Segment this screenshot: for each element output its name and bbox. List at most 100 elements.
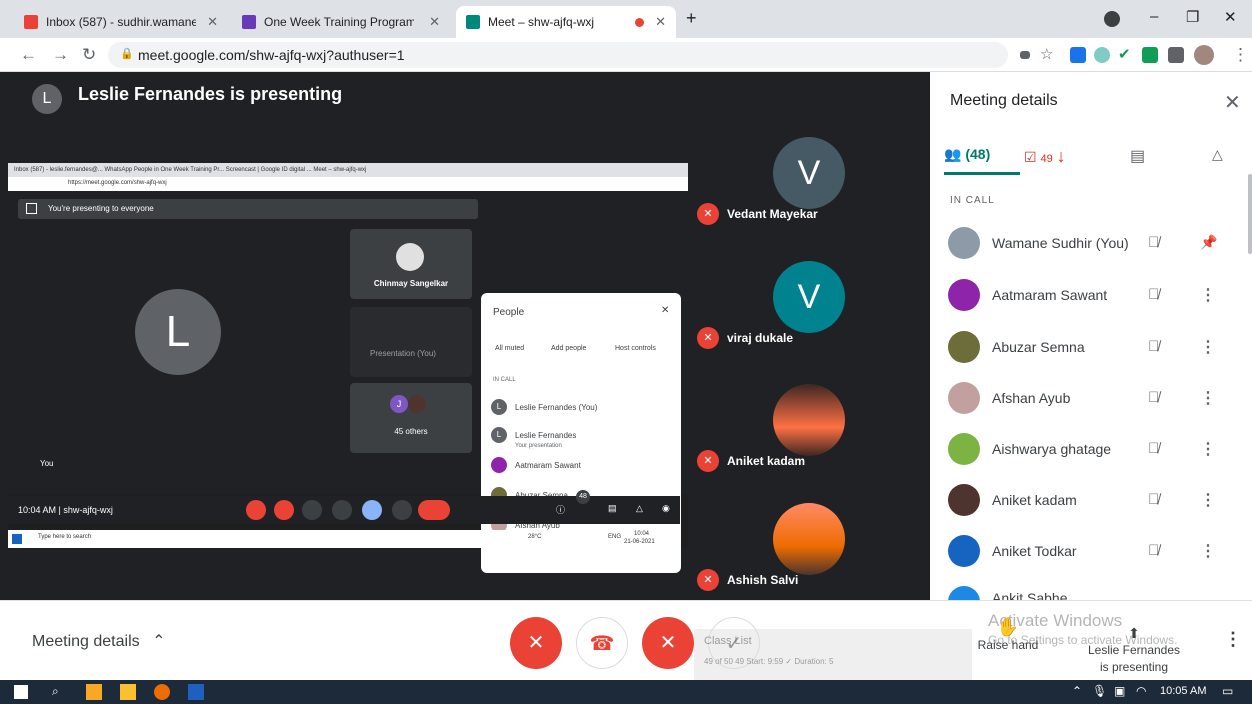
- raise-hand-label: Raise hand: [977, 638, 1039, 652]
- class-list-overlay: Class List 49 of 50 49 Start: 9:59 ✓ Dur…: [694, 629, 972, 681]
- windows-icon[interactable]: [14, 685, 28, 699]
- mic-off-icon: 🎙̸: [1148, 491, 1160, 508]
- vlc-icon[interactable]: [120, 684, 136, 700]
- maximize-button[interactable]: ❐: [1186, 8, 1199, 26]
- list-item[interactable]: Aatmaram Sawant 🎙̸ ⋮: [930, 269, 1252, 320]
- tab-meet[interactable]: Meet – shw-ajfq-wxj ✕: [456, 6, 676, 38]
- more-vert-icon[interactable]: ⋮: [1200, 337, 1216, 357]
- star-icon[interactable]: ☆: [1040, 45, 1053, 63]
- avatar: [396, 243, 424, 271]
- participant-tile[interactable]: V ✕ Vedant Mayekar: [689, 115, 930, 235]
- more-vert-icon[interactable]: ⋮: [1232, 45, 1249, 65]
- all-muted-label: All muted: [495, 345, 525, 352]
- mic-off-button[interactable]: ✕: [510, 617, 562, 669]
- minimize-button[interactable]: –: [1150, 8, 1158, 25]
- reload-icon[interactable]: ↻: [82, 45, 96, 65]
- avatar: L: [32, 84, 62, 114]
- avatar: [948, 483, 980, 516]
- wifi-icon[interactable]: ◠: [1136, 684, 1146, 698]
- tab-people[interactable]: 👥 (48): [944, 146, 990, 163]
- shared-taskbar: Type here to search 28°C ENG 10:04 21-06…: [8, 530, 680, 548]
- mic-off-icon: 🎙̸: [1148, 286, 1160, 303]
- presenting-indicator[interactable]: ⬆ Leslie Fernandes is presenting: [1084, 625, 1184, 676]
- meeting-details-toggle[interactable]: Meeting details ⌃: [32, 631, 165, 651]
- address-bar: ← → ↻ 🔒 meet.google.com/shw-ajfq-wxj?aut…: [0, 38, 1252, 72]
- taskbar-time[interactable]: 10:05 AM: [1160, 685, 1206, 697]
- shield-icon: ◉: [662, 503, 670, 513]
- list-item[interactable]: Afshan Ayub 🎙̸ ⋮: [930, 372, 1252, 423]
- chat-icon[interactable]: ▤: [1130, 146, 1145, 166]
- tab-gmail[interactable]: Inbox (587) - sudhir.wamane@fa ✕: [14, 6, 228, 38]
- network-icon[interactable]: ▣: [1114, 684, 1125, 698]
- url-input[interactable]: 🔒 meet.google.com/shw-ajfq-wxj?authuser=…: [108, 42, 1008, 68]
- activities-icon[interactable]: △: [1212, 146, 1223, 163]
- puzzle-icon[interactable]: [1168, 47, 1184, 63]
- raise-hand-button[interactable]: ✋ Raise hand: [968, 617, 1048, 652]
- end-call-button[interactable]: ☎: [576, 617, 628, 669]
- tile-presentation-label: Presentation (You): [370, 349, 436, 358]
- list-item[interactable]: Wamane Sudhir (You) 🎙̸ 📌: [930, 217, 1252, 268]
- word-icon[interactable]: [188, 684, 204, 700]
- mic-icon[interactable]: 🎙: [1092, 684, 1107, 698]
- chevron-up-icon[interactable]: ⌃: [1072, 684, 1082, 698]
- info-icon: ⓘ: [556, 505, 566, 515]
- list-item-name: Leslie Fernandes: [515, 430, 577, 440]
- close-tab-icon[interactable]: ✕: [207, 14, 218, 30]
- avatar: [948, 226, 980, 259]
- shared-taskbar-date: 21-06-2021: [624, 539, 655, 545]
- close-icon[interactable]: ✕: [1224, 90, 1241, 115]
- window-close-button[interactable]: ✕: [1224, 8, 1237, 26]
- more-vert-icon[interactable]: ⋮: [1200, 439, 1216, 459]
- profile-icon[interactable]: [1104, 11, 1120, 27]
- extension-icon[interactable]: [1094, 47, 1110, 63]
- avatar: [948, 432, 980, 465]
- camera-off-button[interactable]: ✕: [642, 617, 694, 669]
- forward-icon[interactable]: →: [52, 45, 69, 65]
- more-vert-icon[interactable]: ⋮: [1224, 629, 1242, 650]
- hand-icon: [332, 500, 352, 520]
- more-vert-icon[interactable]: ⋮: [1200, 388, 1216, 408]
- presenter-title: Leslie Fernandes is presenting: [78, 84, 343, 104]
- list-item-name: Afshan Ayub: [992, 389, 1071, 406]
- extension-icon[interactable]: [1070, 47, 1086, 63]
- list-item[interactable]: Aishwarya ghatage 🎙̸ ⋮: [930, 423, 1252, 474]
- close-tab-icon[interactable]: ✕: [429, 14, 440, 30]
- more-vert-icon[interactable]: ⋮: [1200, 541, 1216, 561]
- new-tab-button[interactable]: +: [686, 8, 697, 29]
- forms-icon: [242, 15, 256, 29]
- participant-name: Ashish Salvi: [727, 573, 799, 587]
- tab-gmail-title: Inbox (587) - sudhir.wamane@fa: [46, 15, 196, 29]
- notification-icon[interactable]: ▭: [1222, 684, 1233, 698]
- tab-tasks[interactable]: ☑ 49 ↓: [1024, 146, 1066, 167]
- tab-indicator: [944, 172, 1020, 175]
- chrome-icon[interactable]: [154, 684, 170, 700]
- presenter-banner: L Leslie Fernandes is presenting: [0, 72, 930, 118]
- list-item[interactable]: Ankit Sabhe: [930, 576, 1252, 600]
- participant-tile[interactable]: ✕ Aniket kadam: [689, 360, 930, 480]
- avatar[interactable]: [1194, 45, 1214, 65]
- list-item[interactable]: Abuzar Semna 🎙̸ ⋮: [930, 321, 1252, 372]
- more-vert-icon[interactable]: ⋮: [1200, 285, 1216, 305]
- shared-presenting-banner: You're presenting to everyone: [18, 199, 478, 219]
- participant-tile[interactable]: V ✕ viraj dukale: [689, 237, 930, 357]
- close-tab-icon[interactable]: ✕: [655, 14, 666, 30]
- mic-off-icon: 🎙̸: [1148, 542, 1160, 559]
- more-vert-icon[interactable]: ⋮: [1200, 490, 1216, 510]
- pin-icon[interactable]: 📌: [1200, 234, 1217, 251]
- tab-forms[interactable]: One Week Training Program on A ✕: [232, 6, 450, 38]
- participant-name: Aniket kadam: [727, 454, 806, 468]
- back-icon[interactable]: ←: [20, 45, 37, 65]
- present-icon: [26, 203, 37, 214]
- participant-tile[interactable]: ✕ Ashish Salvi: [689, 483, 930, 603]
- sheets-icon[interactable]: [1142, 47, 1158, 63]
- camera-icon[interactable]: [1020, 51, 1030, 59]
- mic-off-icon: 🎙̸: [1148, 440, 1160, 457]
- list-item[interactable]: Aniket kadam 🎙̸ ⋮: [930, 474, 1252, 525]
- mic-off-icon: 🎙̸: [1148, 234, 1160, 251]
- check-icon[interactable]: ✔: [1118, 45, 1131, 63]
- list-item-sub: Your presentation: [515, 443, 562, 449]
- search-icon[interactable]: ⌕: [52, 684, 59, 699]
- shared-bottom-bar: 10:04 AM | shw-ajfq-wxj 48 ⓘ ▤ △ ◉: [8, 490, 680, 524]
- file-explorer-icon[interactable]: [86, 684, 102, 700]
- list-item[interactable]: Aniket Todkar 🎙̸ ⋮: [930, 525, 1252, 576]
